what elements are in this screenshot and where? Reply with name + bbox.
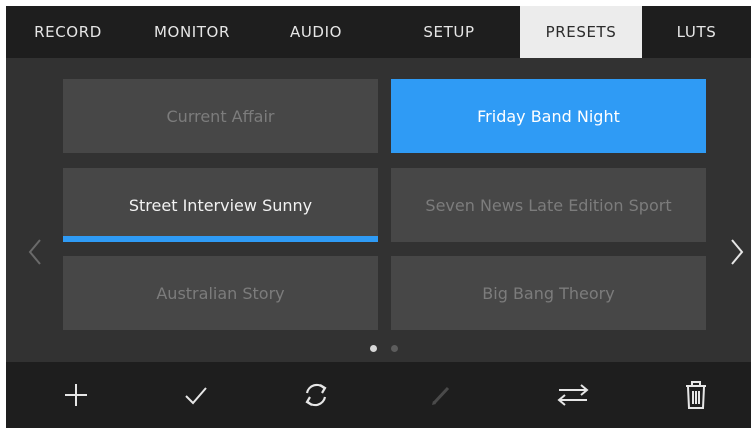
tab-label: MONITOR — [154, 23, 230, 41]
preset-label: Seven News Late Edition Sport — [425, 195, 672, 215]
tab-presets[interactable]: PRESETS — [520, 6, 642, 58]
tab-record[interactable]: RECORD — [6, 6, 130, 58]
preset-seven-news-late-edition-sport[interactable]: Seven News Late Edition Sport — [391, 168, 706, 242]
tab-label: PRESETS — [545, 23, 617, 41]
preset-big-bang-theory[interactable]: Big Bang Theory — [391, 256, 706, 330]
tab-monitor[interactable]: MONITOR — [130, 6, 254, 58]
presets-screen: RECORD MONITOR AUDIO SETUP PRESETS LUTS … — [6, 6, 751, 428]
tab-luts[interactable]: LUTS — [642, 6, 751, 58]
page-dot-2[interactable] — [391, 345, 398, 352]
tab-setup[interactable]: SETUP — [378, 6, 520, 58]
plus-icon — [65, 384, 87, 406]
delete-preset-button[interactable] — [666, 362, 726, 428]
trash-icon — [686, 381, 706, 409]
preset-label: Friday Band Night — [477, 106, 620, 126]
rename-preset-button[interactable] — [411, 362, 471, 428]
preset-label: Australian Story — [156, 283, 285, 303]
check-icon — [185, 387, 207, 405]
preset-street-interview-sunny[interactable]: Street Interview Sunny — [63, 168, 378, 242]
preset-current-affair[interactable]: Current Affair — [63, 79, 378, 153]
import-export-button[interactable] — [543, 362, 603, 428]
preset-label: Big Bang Theory — [482, 283, 615, 303]
preset-grid: Current Affair Friday Band Night Street … — [6, 58, 751, 360]
chevron-left-icon[interactable] — [26, 232, 46, 272]
preset-friday-band-night[interactable]: Friday Band Night — [391, 79, 706, 153]
refresh-icon — [305, 383, 327, 407]
page-dot-1[interactable] — [370, 345, 377, 352]
tab-audio[interactable]: AUDIO — [254, 6, 378, 58]
pencil-icon — [432, 386, 450, 405]
tab-label: RECORD — [34, 23, 102, 41]
update-preset-button[interactable] — [286, 362, 346, 428]
tab-label: LUTS — [676, 23, 717, 41]
chevron-right-icon[interactable] — [727, 232, 747, 272]
preset-label: Street Interview Sunny — [128, 195, 313, 215]
tab-bar: RECORD MONITOR AUDIO SETUP PRESETS LUTS — [6, 6, 751, 58]
tab-label: SETUP — [423, 23, 475, 41]
swap-arrows-icon — [557, 384, 589, 406]
current-preset-indicator — [63, 236, 378, 242]
preset-label: Current Affair — [166, 106, 275, 126]
preset-australian-story[interactable]: Australian Story — [63, 256, 378, 330]
tab-label: AUDIO — [289, 23, 343, 41]
add-preset-button[interactable] — [46, 362, 106, 428]
preset-toolbar — [6, 362, 751, 428]
load-preset-button[interactable] — [166, 362, 226, 428]
page-indicator — [6, 340, 751, 356]
